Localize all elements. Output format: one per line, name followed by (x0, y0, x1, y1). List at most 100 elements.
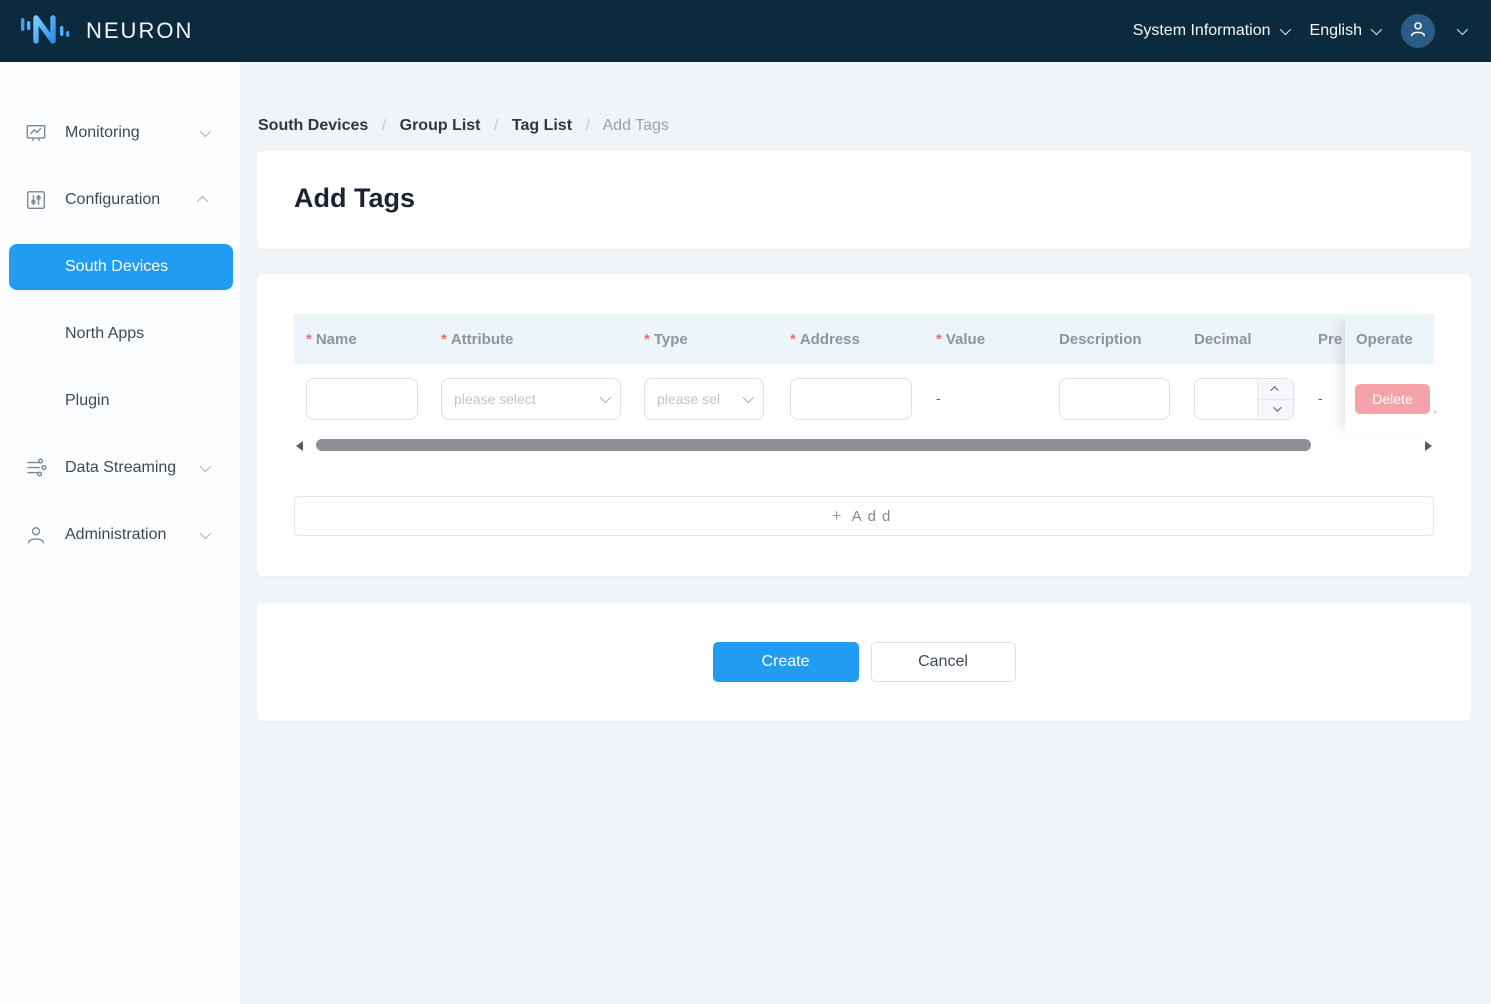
table-header-row: *Name *Attribute *Type *Address *Value D… (294, 314, 1434, 364)
page-title-card: Add Tags (257, 151, 1471, 249)
sidebar-item-data-streaming[interactable]: Data Streaming (0, 445, 240, 491)
decimal-cell (1176, 378, 1300, 420)
sidebar-item-label: Monitoring (0, 124, 140, 142)
description-input[interactable] (1059, 378, 1170, 420)
breadcrumb-add-tags: Add Tags (603, 117, 669, 134)
user-menu-chevron-down-icon[interactable] (1457, 24, 1468, 35)
sidebar-item-label: Plugin (0, 392, 109, 410)
attribute-select[interactable]: please select (441, 378, 621, 420)
system-information-menu[interactable]: System Information (1133, 22, 1288, 40)
chevron-down-icon (200, 461, 211, 472)
horizontal-scrollbar (294, 436, 1434, 454)
chevron-down-icon (743, 392, 754, 403)
data-flow-icon (25, 457, 47, 479)
required-marker: * (936, 331, 942, 348)
content-area: South Devices / Group List / Tag List / … (240, 62, 1491, 1004)
column-header-decimal: Decimal (1176, 331, 1300, 348)
scroll-right-arrow-icon[interactable] (1422, 439, 1434, 451)
tags-form-card: *Name *Attribute *Type *Address *Value D… (257, 274, 1471, 576)
language-menu[interactable]: English (1310, 22, 1379, 40)
table-row: please select please sel (294, 364, 1434, 434)
sidebar-item-monitoring[interactable]: Monitoring (0, 110, 240, 156)
column-header-operate: Operate (1345, 314, 1434, 364)
decimal-input[interactable] (1195, 379, 1257, 419)
form-actions-card: Create Cancel (257, 603, 1471, 721)
attribute-placeholder: please select (454, 391, 536, 407)
sidebar-item-plugin[interactable]: Plugin (0, 378, 240, 424)
add-row-label: Add (852, 508, 897, 525)
language-label: English (1310, 22, 1362, 40)
chevron-down-icon (200, 126, 211, 137)
address-cell (778, 378, 918, 420)
sidebar-item-configuration[interactable]: Configuration (0, 177, 240, 223)
decimal-stepper (1194, 378, 1294, 420)
create-button[interactable]: Create (713, 642, 859, 682)
truncated-text-dot: . (1433, 400, 1437, 416)
sidebar-item-label: North Apps (0, 325, 144, 343)
precision-placeholder-dash: - (1318, 390, 1323, 406)
neuron-logo-icon (20, 10, 72, 53)
stepper-buttons (1257, 379, 1293, 419)
type-select[interactable]: please sel (644, 378, 764, 420)
breadcrumb-south-devices[interactable]: South Devices (258, 117, 368, 134)
main-layout: Monitoring Configuration South Devices (0, 62, 1491, 1004)
brand[interactable]: NEURON (20, 10, 193, 53)
type-cell: please sel (632, 378, 778, 420)
required-marker: * (790, 331, 796, 348)
required-marker: * (306, 331, 312, 348)
column-header-description: Description (1041, 331, 1176, 348)
breadcrumb-separator: / (382, 117, 386, 134)
plus-icon: + (832, 506, 842, 526)
top-navbar: NEURON System Information English (0, 0, 1491, 62)
value-cell: - (918, 390, 1041, 408)
tags-table: *Name *Attribute *Type *Address *Value D… (294, 314, 1434, 454)
navbar-right: System Information English (1133, 14, 1465, 48)
breadcrumb-separator: / (585, 117, 589, 134)
system-information-label: System Information (1133, 22, 1271, 40)
value-placeholder-dash: - (936, 390, 941, 406)
stepper-down-button[interactable] (1258, 400, 1293, 420)
sidebar: Monitoring Configuration South Devices (0, 62, 240, 1004)
chevron-down-icon (1273, 404, 1281, 412)
chevron-down-icon (200, 528, 211, 539)
operate-cell: Delete . (1345, 364, 1434, 434)
app-root: NEURON System Information English (0, 0, 1491, 1004)
type-placeholder: please sel (657, 391, 720, 407)
sidebar-item-north-apps[interactable]: North Apps (0, 311, 240, 357)
monitor-chart-icon (25, 122, 47, 144)
breadcrumb-group-list[interactable]: Group List (400, 117, 481, 134)
delete-row-button[interactable]: Delete (1355, 384, 1430, 414)
sliders-icon (25, 189, 47, 211)
scrollbar-track[interactable] (308, 438, 1420, 452)
chevron-up-icon (197, 196, 208, 207)
chevron-down-icon (1371, 24, 1382, 35)
brand-name: NEURON (86, 18, 193, 44)
address-input[interactable] (790, 378, 912, 420)
add-row-button[interactable]: + Add (294, 496, 1434, 536)
sidebar-item-label: South Devices (9, 258, 168, 276)
chevron-down-icon (1279, 24, 1290, 35)
breadcrumb-separator: / (494, 117, 498, 134)
scrollbar-thumb[interactable] (316, 439, 1311, 451)
column-header-value: *Value (918, 331, 1041, 348)
column-header-attribute: *Attribute (428, 331, 632, 348)
sidebar-item-administration[interactable]: Administration (0, 512, 240, 558)
name-input[interactable] (306, 378, 418, 420)
scroll-left-arrow-icon[interactable] (294, 439, 306, 451)
stepper-up-button[interactable] (1258, 379, 1293, 400)
column-header-address: *Address (778, 331, 918, 348)
breadcrumb: South Devices / Group List / Tag List / … (258, 117, 1471, 135)
user-avatar[interactable] (1401, 14, 1435, 48)
breadcrumb-tag-list[interactable]: Tag List (512, 117, 572, 134)
person-icon (1408, 19, 1428, 44)
required-marker: * (644, 331, 650, 348)
page-title: Add Tags (294, 183, 1434, 214)
person-icon (25, 524, 47, 546)
sidebar-item-south-devices[interactable]: South Devices (9, 244, 233, 290)
column-header-name: *Name (294, 331, 428, 348)
attribute-cell: please select (428, 378, 632, 420)
chevron-up-icon (1270, 386, 1278, 394)
name-cell (294, 378, 428, 420)
chevron-down-icon (600, 392, 611, 403)
cancel-button[interactable]: Cancel (871, 642, 1016, 682)
